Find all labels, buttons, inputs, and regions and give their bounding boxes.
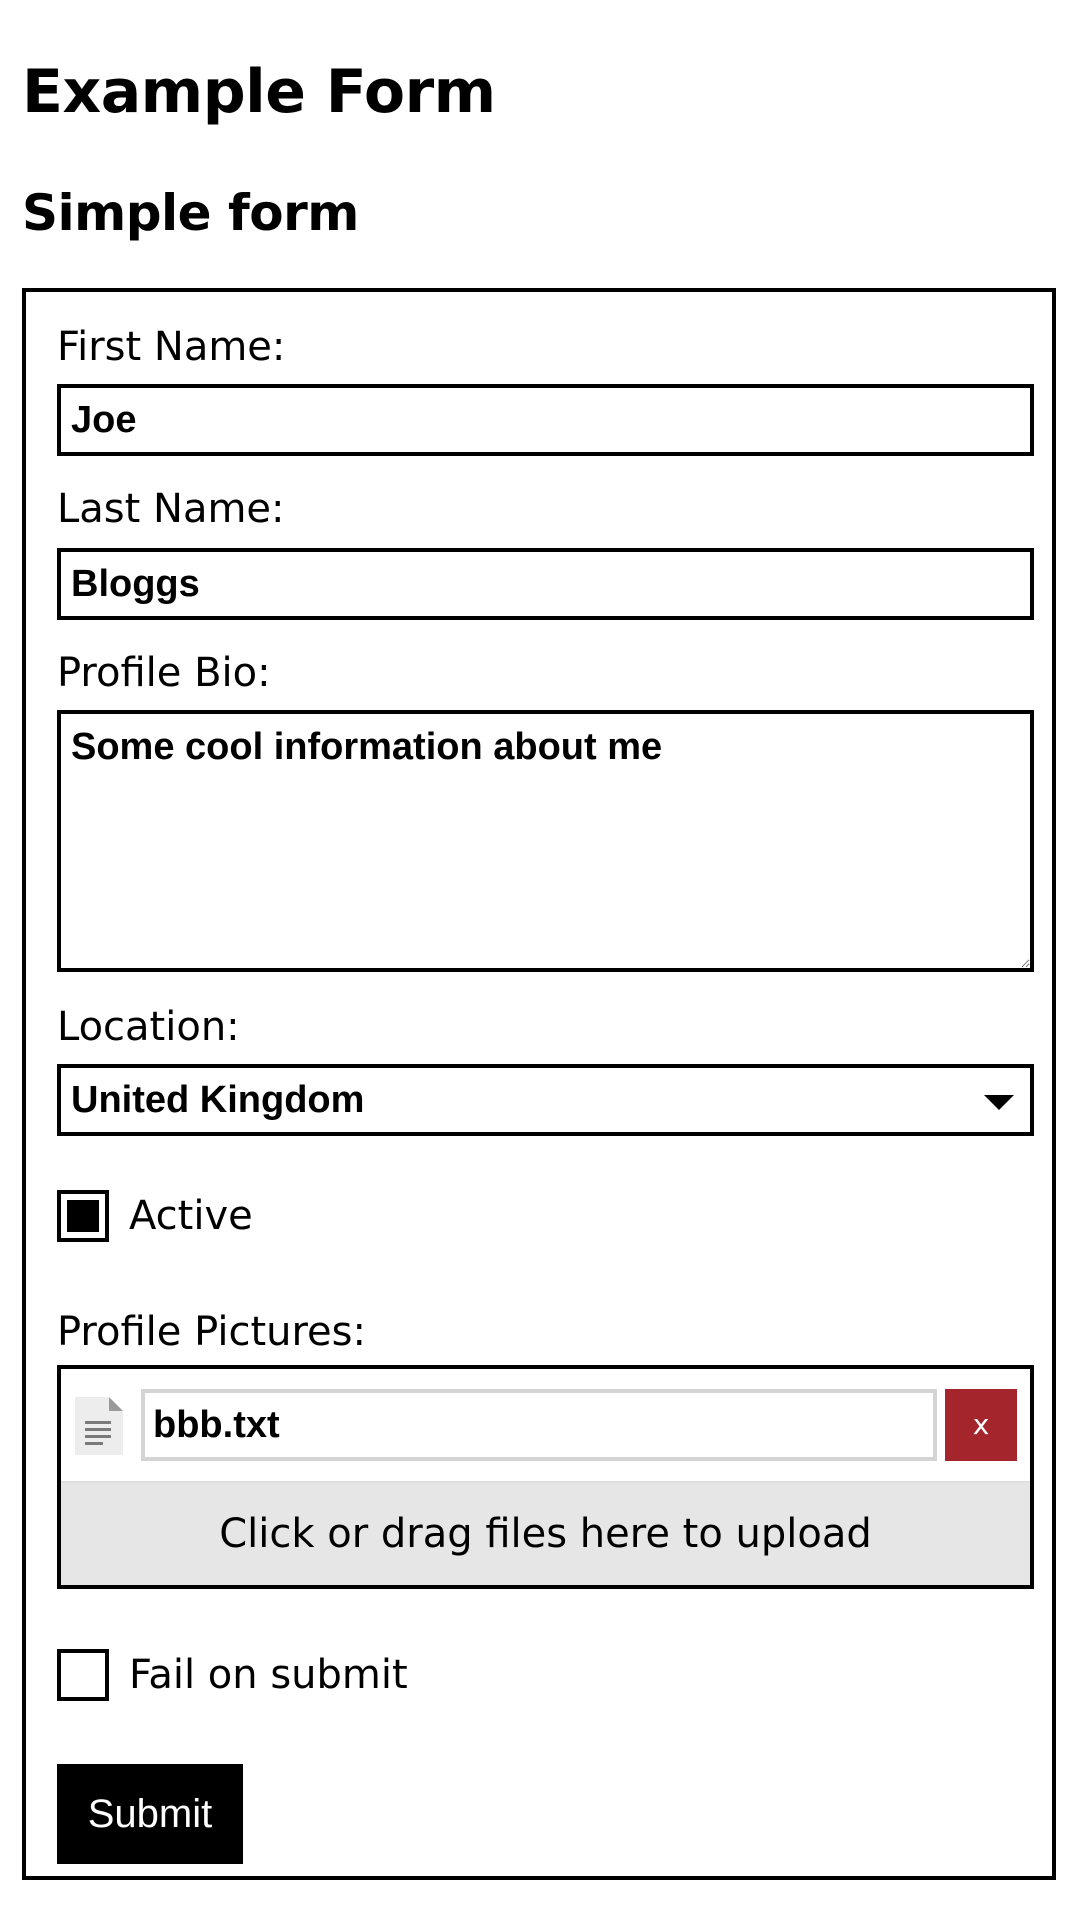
first-name-label: First Name: xyxy=(57,324,286,370)
simple-form: First Name: Last Name: Profile Bio: Some… xyxy=(22,288,1056,1880)
fail-on-submit-checkbox[interactable] xyxy=(57,1649,109,1701)
location-label: Location: xyxy=(57,1004,240,1050)
upload-dropzone[interactable]: Click or drag files here to upload xyxy=(61,1483,1030,1585)
first-name-input[interactable] xyxy=(57,384,1034,456)
file-name-field[interactable]: bbb.txt xyxy=(141,1389,937,1461)
fail-on-submit-label: Fail on submit xyxy=(129,1652,408,1698)
profile-pictures-label: Profile Pictures: xyxy=(57,1309,366,1355)
profile-bio-label: Profile Bio: xyxy=(57,650,271,696)
page-title: Example Form xyxy=(22,57,496,127)
file-uploader: bbb.txt x Click or drag files here to up… xyxy=(57,1365,1034,1589)
document-icon xyxy=(75,1397,123,1455)
section-title: Simple form xyxy=(22,184,359,242)
last-name-input[interactable] xyxy=(57,548,1034,620)
active-checkbox[interactable] xyxy=(57,1190,109,1242)
submit-button[interactable]: Submit xyxy=(57,1764,243,1864)
location-selected-value: United Kingdom xyxy=(71,1079,365,1121)
location-select[interactable]: United Kingdom xyxy=(57,1064,1034,1136)
profile-bio-textarea[interactable]: Some cool information about me xyxy=(57,710,1034,972)
remove-file-button[interactable]: x xyxy=(945,1389,1017,1461)
last-name-label: Last Name: xyxy=(57,486,285,532)
chevron-down-icon xyxy=(984,1095,1014,1110)
active-label: Active xyxy=(129,1193,253,1239)
checkbox-checked-mark xyxy=(67,1200,99,1232)
file-item: bbb.txt x xyxy=(61,1369,1030,1483)
